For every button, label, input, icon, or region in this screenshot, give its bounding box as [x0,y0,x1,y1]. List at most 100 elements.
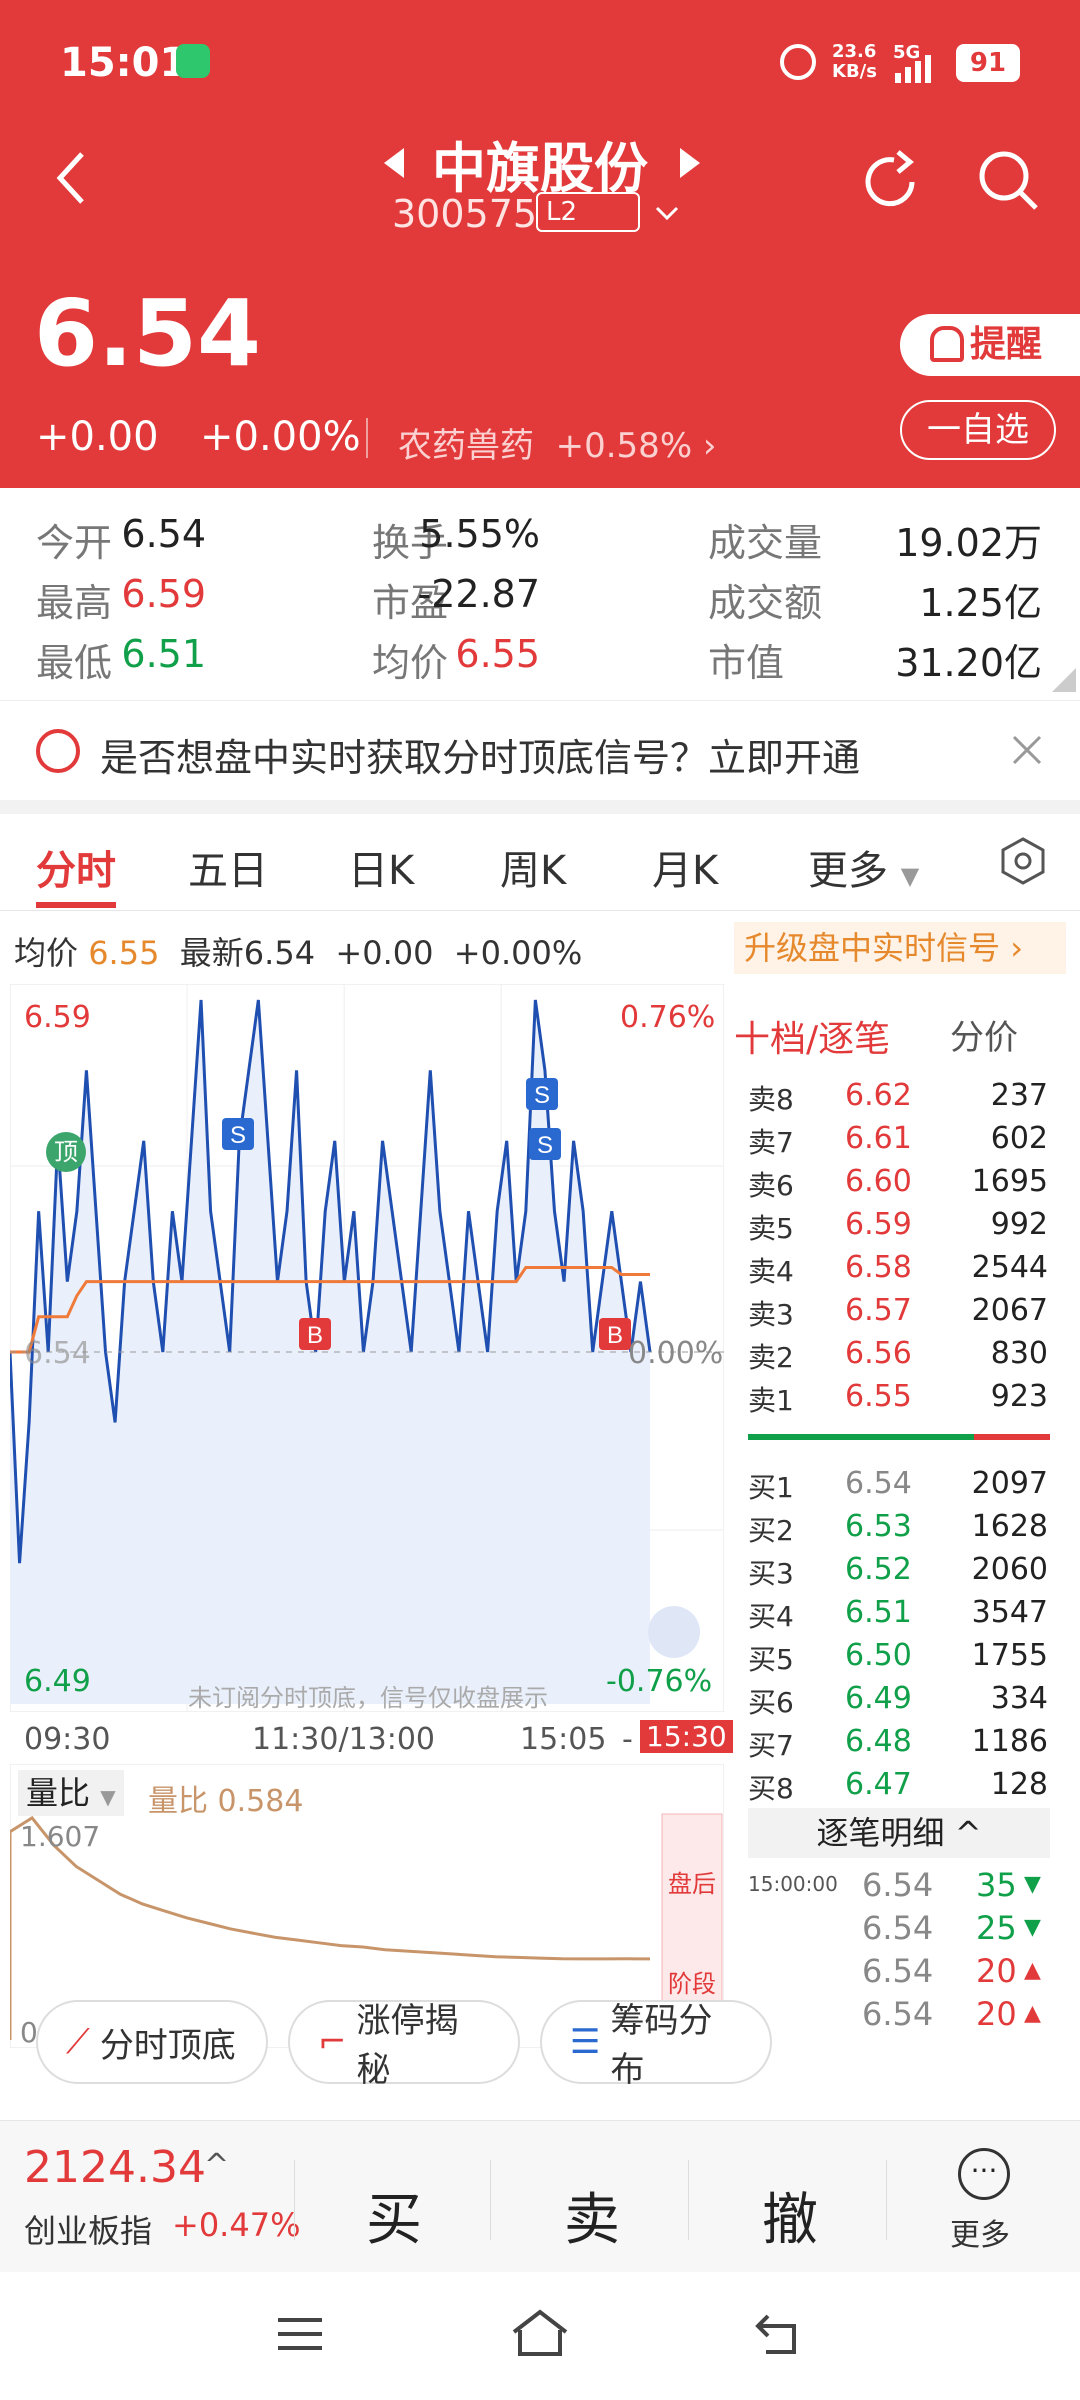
orderbook-title[interactable]: 十档/逐笔 [734,1010,890,1062]
level-badge[interactable]: L2 [536,192,640,232]
next-stock-icon[interactable] [678,146,702,180]
share-icon[interactable] [862,150,926,214]
tick-price: 6.54 [862,1995,934,2033]
orderbook-price: 6.53 [845,1509,912,1544]
upgrade-signal-button[interactable]: 升级盘中实时信号 › [734,922,1066,974]
remind-button[interactable]: 提醒 [900,314,1080,376]
index-name: 创业板指 [24,2212,153,2250]
orderbook-level-label: 卖5 [748,1212,794,1245]
svg-text:B: B [607,1322,623,1349]
vol-indicator-select[interactable]: 量比 ▼ [18,1770,124,1816]
menu-icon[interactable] [276,2314,324,2354]
arrow-down-icon: ▼ [1024,1915,1041,1940]
tab-more[interactable]: 更多 ▼ [808,838,919,896]
sell-signal-marker: S [526,1078,558,1110]
divider [366,418,368,458]
orderbook-price: 6.54 [845,1466,912,1501]
arrow-up-icon: ▲ [1024,2001,1041,2026]
orderbook-subtitle[interactable]: 分价 [950,1010,1018,1059]
info-line: 均价 6.55 最新6.54 +0.00 +0.00% [14,928,582,974]
tab-daily-k[interactable]: 日K [348,838,414,896]
remind-label: 提醒 [970,324,1043,365]
svg-text:S: S [230,1122,246,1149]
tab-monthly-k[interactable]: 月K [652,838,718,896]
tick-volume: 20 [976,1995,1017,2033]
prev-stock-icon[interactable] [382,146,406,180]
signal-banner[interactable]: 是否想盘中实时获取分时顶底信号？立即开通 [0,700,1080,800]
tab-more-label: 更多 [808,848,888,894]
stat-value: 1.25亿 [919,581,1042,625]
intraday-chart[interactable]: SBSSB [10,984,724,1712]
tab-weekly-k[interactable]: 周K [500,838,566,896]
orderbook-volume: 1186 [971,1724,1048,1759]
svg-text:S: S [534,1082,550,1109]
tool-limit-up[interactable]: ⌐ 涨停揭秘 [288,2000,520,2090]
settings-hex-icon[interactable] [1000,836,1046,886]
avg-value: 6.55 [88,934,160,972]
time-start: 09:30 [24,1722,111,1757]
orderbook-level-label: 买2 [748,1514,794,1547]
stat-label: 成交额 [708,581,823,625]
svg-text:B: B [307,1322,323,1349]
close-icon[interactable] [1010,733,1044,767]
cancel-button[interactable]: 撤 [762,2175,818,2256]
time-sep: - [622,1722,633,1757]
status-time: 15:01 [60,40,188,86]
add-watchlist-button[interactable]: 一自选 [900,400,1056,460]
chevron-down-icon[interactable] [655,206,679,222]
fullscreen-icon[interactable] [648,1606,700,1658]
search-icon[interactable] [976,148,1042,214]
buy-signal-marker: B [299,1318,331,1350]
net-speed-unit: KB/s [832,61,877,82]
buy-signal-marker: B [599,1318,631,1350]
orderbook-level-label: 买5 [748,1643,794,1676]
sell-button[interactable]: 卖 [564,2175,620,2256]
header-panel: 15:01 23.6 KB/s 5G 91 中旗股份 300575 L2 6.54… [0,0,1080,488]
tabs-border [0,910,1080,911]
avg-label: 均价 [14,934,79,972]
time-now: 15:05 [520,1722,607,1757]
more-label[interactable]: 更多 [950,2210,1010,2254]
orderbook-level-label: 卖3 [748,1298,794,1331]
tool-chip-distribution[interactable]: ☰ 筹码分布 [540,2000,772,2090]
buy-button[interactable]: 买 [366,2175,422,2256]
pct-min-label: -0.76% [606,1664,713,1699]
tick-volume: 20 [976,1952,1017,1990]
tab-five-day[interactable]: 五日 [188,838,268,896]
orderbook-price: 6.51 [845,1595,912,1630]
orderbook-price: 6.55 [845,1379,912,1414]
corner-mark-icon [1052,668,1076,692]
orderbook-price: 6.60 [845,1164,912,1199]
orderbook-price: 6.52 [845,1552,912,1587]
sector-link[interactable]: 农药兽药 +0.58% › [398,418,717,467]
time-end: 15:30 [640,1720,733,1753]
chevron-up-icon[interactable]: ^ [204,2148,229,2183]
divider [886,2160,887,2240]
orderbook-volume: 237 [990,1078,1048,1113]
back-nav-icon[interactable] [754,2312,804,2356]
arrow-up-icon: ▲ [1024,1958,1041,1983]
time-mid: 11:30/13:00 [252,1722,436,1757]
orderbook-level-label: 买4 [748,1600,794,1633]
tool-top-bottom[interactable]: ⟋ 分时顶底 [36,2000,268,2084]
price-change-pct: +0.00% [200,414,361,460]
index-value[interactable]: 2124.34 [24,2142,206,2193]
orderbook-level-label: 买6 [748,1686,794,1719]
vol-value-label: 量比 0.584 [148,1784,304,1819]
ask-ratio-bar [974,1434,1050,1440]
stat-value: 5.55% [419,512,540,556]
more-icon[interactable]: ··· [958,2148,1010,2200]
section-divider [0,800,1080,814]
tab-intraday[interactable]: 分时 [36,838,116,896]
ticks-toggle[interactable]: 逐笔明细 ^ [748,1808,1050,1858]
back-icon[interactable] [54,150,88,206]
upgrade-label: 升级盘中实时信号 [744,929,1001,967]
orderbook-price: 6.49 [845,1681,912,1716]
orderbook-volume: 2060 [971,1552,1048,1587]
orderbook-volume: 1695 [971,1164,1048,1199]
orderbook-level-label: 买8 [748,1772,794,1805]
home-icon[interactable] [510,2308,570,2358]
dropdown-icon: ▼ [900,862,920,890]
info-change: +0.00 [335,934,434,972]
divider [294,2160,295,2240]
